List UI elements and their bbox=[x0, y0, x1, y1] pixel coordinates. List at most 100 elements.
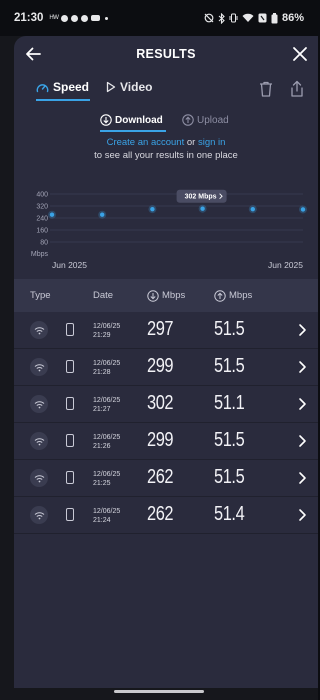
download-toggle[interactable]: Download bbox=[100, 114, 163, 126]
tab-video[interactable]: Video bbox=[106, 80, 152, 94]
x-tick-label: Jun 2025 bbox=[52, 260, 87, 270]
play-icon bbox=[106, 81, 116, 93]
back-arrow-icon[interactable] bbox=[24, 45, 42, 63]
signin-prompt: Create an account or sign in to see all … bbox=[14, 136, 318, 162]
row-date-day: 12/06/25 bbox=[93, 397, 121, 404]
row-date-day: 12/06/25 bbox=[93, 508, 121, 515]
wifi-icon bbox=[30, 506, 48, 524]
data-point[interactable] bbox=[300, 207, 306, 212]
row-download: 297 bbox=[147, 318, 174, 340]
row-upload: 51.5 bbox=[214, 429, 245, 451]
col-download-label: Mbps bbox=[162, 290, 186, 301]
download-circle-icon bbox=[147, 289, 159, 302]
wifi-icon bbox=[30, 395, 48, 413]
tab-speed-label: Speed bbox=[53, 80, 90, 94]
data-point[interactable] bbox=[100, 212, 105, 217]
upload-toggle[interactable]: Upload bbox=[182, 114, 229, 126]
row-date: 12/06/25 21:28 bbox=[93, 359, 120, 377]
row-date-time: 21:24 bbox=[93, 517, 111, 524]
gesture-bar[interactable] bbox=[114, 690, 204, 693]
vibrate-icon bbox=[229, 13, 238, 23]
wifi-icon bbox=[242, 13, 254, 22]
wifi-icon bbox=[30, 432, 48, 450]
row-download: 262 bbox=[147, 466, 174, 488]
row-date: 12/06/25 21:24 bbox=[93, 507, 120, 525]
chevron-right-icon bbox=[299, 435, 306, 447]
y-tick-label: 240 bbox=[36, 216, 48, 223]
speedometer-icon bbox=[36, 83, 49, 92]
y-tick-label: 80 bbox=[40, 240, 48, 247]
data-point[interactable] bbox=[200, 206, 205, 211]
row-date-time: 21:26 bbox=[93, 443, 111, 450]
download-circle-icon bbox=[100, 114, 112, 126]
y-axis-label: Mbps bbox=[31, 251, 49, 258]
wifi-icon bbox=[30, 469, 48, 487]
table-row[interactable]: 12/06/25 21:28 299 51.5 bbox=[14, 349, 318, 386]
col-upload: Mbps bbox=[214, 289, 253, 302]
upload-label: Upload bbox=[197, 114, 229, 126]
col-type: Type bbox=[30, 290, 51, 301]
download-indicator bbox=[100, 130, 166, 132]
table-row[interactable]: 12/06/25 21:25 262 51.5 bbox=[14, 460, 318, 497]
y-tick-label: 160 bbox=[36, 228, 48, 235]
results-list: 12/06/25 21:29 297 51.5 12/06/25 21:28 299… bbox=[14, 312, 318, 534]
row-download: 262 bbox=[147, 503, 174, 525]
row-download: 299 bbox=[147, 429, 174, 451]
sign-in-link[interactable]: sign in bbox=[198, 137, 225, 148]
signin-subtext: to see all your results in one place bbox=[94, 150, 238, 161]
phone-icon bbox=[66, 508, 74, 521]
tab-video-label: Video bbox=[120, 80, 153, 94]
status-bar: 21:30 HW 86% bbox=[0, 0, 318, 36]
data-point[interactable] bbox=[250, 206, 255, 212]
trash-icon[interactable] bbox=[258, 80, 274, 98]
phone-icon bbox=[66, 323, 74, 336]
upload-circle-icon bbox=[182, 114, 194, 126]
phone-icon bbox=[66, 434, 74, 447]
row-date-time: 21:27 bbox=[93, 406, 111, 413]
close-icon[interactable] bbox=[291, 45, 309, 63]
speed-chart-svg: 400 320 240 160 80 Mbps 302 Mbps Jun 2025 Jun 20… bbox=[31, 189, 307, 270]
row-date-day: 12/06/25 bbox=[93, 434, 121, 441]
facebook-icon bbox=[71, 14, 79, 22]
direction-toggle: Download Upload bbox=[14, 106, 318, 134]
row-date-time: 21:28 bbox=[93, 369, 111, 376]
battery-icon bbox=[271, 12, 278, 23]
alarm-off-icon bbox=[204, 13, 214, 23]
tabs-row: Speed Video bbox=[14, 72, 318, 106]
tab-speed[interactable]: Speed bbox=[36, 80, 89, 94]
carrier-label: HW bbox=[49, 15, 59, 21]
youtube-icon bbox=[91, 15, 101, 21]
battery-percent: 86% bbox=[281, 12, 304, 24]
table-row[interactable]: 12/06/25 21:29 297 51.5 bbox=[14, 312, 318, 349]
signin-or: or bbox=[184, 137, 198, 148]
nfc-icon bbox=[258, 13, 267, 23]
speed-chart[interactable]: 400 320 240 160 80 Mbps 302 Mbps Jun 2025 Jun 20… bbox=[14, 186, 318, 276]
row-download: 299 bbox=[147, 355, 174, 377]
row-date: 12/06/25 21:26 bbox=[93, 433, 120, 451]
more-dot-icon bbox=[105, 16, 109, 20]
col-date: Date bbox=[93, 290, 114, 301]
header: RESULTS bbox=[14, 36, 318, 72]
chevron-right-icon bbox=[299, 398, 306, 410]
create-account-link[interactable]: Create an account bbox=[107, 137, 185, 148]
share-icon[interactable] bbox=[289, 80, 305, 98]
chevron-right-icon bbox=[299, 509, 306, 521]
table-row[interactable]: 12/06/25 21:27 302 51.1 bbox=[14, 386, 318, 423]
table-row[interactable]: 12/06/25 21:24 262 51.4 bbox=[14, 497, 318, 534]
row-upload: 51.5 bbox=[214, 466, 245, 488]
page-title: RESULTS bbox=[136, 47, 196, 61]
row-date-day: 12/06/25 bbox=[93, 471, 121, 478]
row-date-day: 12/06/25 bbox=[93, 323, 121, 330]
row-date: 12/06/25 21:27 bbox=[93, 396, 120, 414]
table-header: Type Date Mbps Mbps bbox=[14, 279, 318, 312]
data-point[interactable] bbox=[49, 212, 55, 217]
facebook-icon bbox=[81, 14, 89, 22]
col-upload-label: Mbps bbox=[229, 290, 253, 301]
chevron-right-icon bbox=[299, 324, 306, 336]
table-row[interactable]: 12/06/25 21:26 299 51.5 bbox=[14, 423, 318, 460]
row-date: 12/06/25 21:25 bbox=[93, 470, 120, 488]
data-point[interactable] bbox=[150, 206, 155, 212]
row-upload: 51.4 bbox=[214, 503, 245, 525]
upload-circle-icon bbox=[214, 289, 226, 302]
row-date: 12/06/25 21:29 bbox=[93, 322, 120, 340]
